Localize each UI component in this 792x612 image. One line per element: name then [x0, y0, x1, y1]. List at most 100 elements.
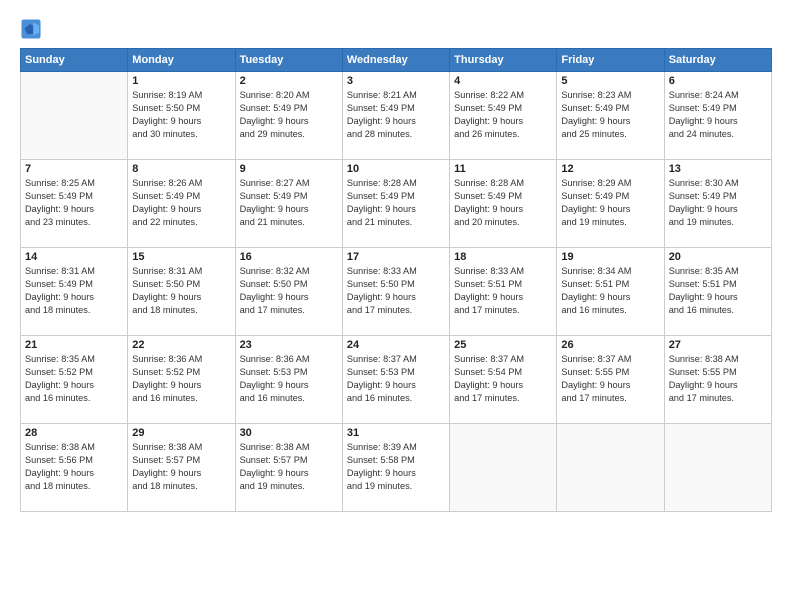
- page: SundayMondayTuesdayWednesdayThursdayFrid…: [0, 0, 792, 612]
- day-detail: Sunrise: 8:38 AM Sunset: 5:57 PM Dayligh…: [240, 441, 338, 493]
- day-detail: Sunrise: 8:29 AM Sunset: 5:49 PM Dayligh…: [561, 177, 659, 229]
- day-detail: Sunrise: 8:26 AM Sunset: 5:49 PM Dayligh…: [132, 177, 230, 229]
- day-cell: [557, 424, 664, 512]
- day-cell: 27 Sunrise: 8:38 AM Sunset: 5:55 PM Dayli…: [664, 336, 771, 424]
- day-cell: 1 Sunrise: 8:19 AM Sunset: 5:50 PM Daylig…: [128, 72, 235, 160]
- day-detail: Sunrise: 8:32 AM Sunset: 5:50 PM Dayligh…: [240, 265, 338, 317]
- day-cell: 13Sunrise: 8:30 AM Sunset: 5:49 PM Dayli…: [664, 160, 771, 248]
- logo: [20, 18, 44, 40]
- day-cell: 25Sunrise: 8:37 AM Sunset: 5:54 PM Dayli…: [450, 336, 557, 424]
- day-cell: 8 Sunrise: 8:26 AM Sunset: 5:49 PM Daylig…: [128, 160, 235, 248]
- day-cell: 2 Sunrise: 8:20 AM Sunset: 5:49 PM Daylig…: [235, 72, 342, 160]
- day-detail: Sunrise: 8:27 AM Sunset: 5:49 PM Dayligh…: [240, 177, 338, 229]
- day-detail: Sunrise: 8:23 AM Sunset: 5:49 PM Dayligh…: [561, 89, 659, 141]
- day-number: 6: [669, 75, 767, 87]
- day-cell: 28 Sunrise: 8:38 AM Sunset: 5:56 PM Dayli…: [21, 424, 128, 512]
- day-detail: Sunrise: 8:38 AM Sunset: 5:57 PM Dayligh…: [132, 441, 230, 493]
- day-number: 28: [25, 427, 123, 439]
- week-row-5: 28 Sunrise: 8:38 AM Sunset: 5:56 PM Dayli…: [21, 424, 772, 512]
- header: [20, 18, 772, 40]
- day-detail: Sunrise: 8:33 AM Sunset: 5:50 PM Dayligh…: [347, 265, 445, 317]
- day-number: 21: [25, 339, 123, 351]
- day-number: 16: [240, 251, 338, 263]
- day-number: 20: [669, 251, 767, 263]
- day-detail: Sunrise: 8:38 AM Sunset: 5:56 PM Dayligh…: [25, 441, 123, 493]
- col-header-sunday: Sunday: [21, 49, 128, 72]
- day-cell: 15 Sunrise: 8:31 AM Sunset: 5:50 PM Dayli…: [128, 248, 235, 336]
- day-number: 3: [347, 75, 445, 87]
- calendar-table: SundayMondayTuesdayWednesdayThursdayFrid…: [20, 48, 772, 512]
- day-cell: 22 Sunrise: 8:36 AM Sunset: 5:52 PM Dayli…: [128, 336, 235, 424]
- day-cell: [21, 72, 128, 160]
- day-detail: Sunrise: 8:24 AM Sunset: 5:49 PM Dayligh…: [669, 89, 767, 141]
- calendar-header-row: SundayMondayTuesdayWednesdayThursdayFrid…: [21, 49, 772, 72]
- week-row-4: 21Sunrise: 8:35 AM Sunset: 5:52 PM Dayli…: [21, 336, 772, 424]
- day-number: 15: [132, 251, 230, 263]
- day-number: 14: [25, 251, 123, 263]
- day-detail: Sunrise: 8:38 AM Sunset: 5:55 PM Dayligh…: [669, 353, 767, 405]
- day-number: 9: [240, 163, 338, 175]
- day-detail: Sunrise: 8:19 AM Sunset: 5:50 PM Dayligh…: [132, 89, 230, 141]
- day-detail: Sunrise: 8:31 AM Sunset: 5:49 PM Dayligh…: [25, 265, 123, 317]
- day-cell: 3 Sunrise: 8:21 AM Sunset: 5:49 PM Daylig…: [342, 72, 449, 160]
- day-number: 19: [561, 251, 659, 263]
- col-header-friday: Friday: [557, 49, 664, 72]
- day-cell: [664, 424, 771, 512]
- day-cell: 23 Sunrise: 8:36 AM Sunset: 5:53 PM Dayli…: [235, 336, 342, 424]
- day-number: 24: [347, 339, 445, 351]
- day-number: 10: [347, 163, 445, 175]
- day-cell: 17Sunrise: 8:33 AM Sunset: 5:50 PM Dayli…: [342, 248, 449, 336]
- day-detail: Sunrise: 8:35 AM Sunset: 5:51 PM Dayligh…: [669, 265, 767, 317]
- day-detail: Sunrise: 8:36 AM Sunset: 5:53 PM Dayligh…: [240, 353, 338, 405]
- day-cell: 16 Sunrise: 8:32 AM Sunset: 5:50 PM Dayli…: [235, 248, 342, 336]
- day-number: 27: [669, 339, 767, 351]
- day-number: 30: [240, 427, 338, 439]
- day-number: 2: [240, 75, 338, 87]
- day-number: 22: [132, 339, 230, 351]
- col-header-saturday: Saturday: [664, 49, 771, 72]
- col-header-monday: Monday: [128, 49, 235, 72]
- day-cell: 11 Sunrise: 8:28 AM Sunset: 5:49 PM Dayli…: [450, 160, 557, 248]
- day-cell: 20 Sunrise: 8:35 AM Sunset: 5:51 PM Dayli…: [664, 248, 771, 336]
- day-number: 12: [561, 163, 659, 175]
- day-number: 7: [25, 163, 123, 175]
- col-header-tuesday: Tuesday: [235, 49, 342, 72]
- col-header-thursday: Thursday: [450, 49, 557, 72]
- day-number: 23: [240, 339, 338, 351]
- day-detail: Sunrise: 8:30 AM Sunset: 5:49 PM Dayligh…: [669, 177, 767, 229]
- day-number: 4: [454, 75, 552, 87]
- day-number: 11: [454, 163, 552, 175]
- day-detail: Sunrise: 8:31 AM Sunset: 5:50 PM Dayligh…: [132, 265, 230, 317]
- day-cell: 26Sunrise: 8:37 AM Sunset: 5:55 PM Dayli…: [557, 336, 664, 424]
- day-number: 26: [561, 339, 659, 351]
- logo-icon: [20, 18, 42, 40]
- day-number: 5: [561, 75, 659, 87]
- day-cell: 9 Sunrise: 8:27 AM Sunset: 5:49 PM Daylig…: [235, 160, 342, 248]
- day-detail: Sunrise: 8:28 AM Sunset: 5:49 PM Dayligh…: [454, 177, 552, 229]
- day-detail: Sunrise: 8:21 AM Sunset: 5:49 PM Dayligh…: [347, 89, 445, 141]
- day-cell: 30 Sunrise: 8:38 AM Sunset: 5:57 PM Dayli…: [235, 424, 342, 512]
- day-detail: Sunrise: 8:34 AM Sunset: 5:51 PM Dayligh…: [561, 265, 659, 317]
- day-cell: 10Sunrise: 8:28 AM Sunset: 5:49 PM Dayli…: [342, 160, 449, 248]
- col-header-wednesday: Wednesday: [342, 49, 449, 72]
- day-number: 8: [132, 163, 230, 175]
- day-number: 1: [132, 75, 230, 87]
- day-cell: 5 Sunrise: 8:23 AM Sunset: 5:49 PM Daylig…: [557, 72, 664, 160]
- week-row-3: 14 Sunrise: 8:31 AM Sunset: 5:49 PM Dayli…: [21, 248, 772, 336]
- day-detail: Sunrise: 8:25 AM Sunset: 5:49 PM Dayligh…: [25, 177, 123, 229]
- day-detail: Sunrise: 8:36 AM Sunset: 5:52 PM Dayligh…: [132, 353, 230, 405]
- week-row-2: 7 Sunrise: 8:25 AM Sunset: 5:49 PM Daylig…: [21, 160, 772, 248]
- day-detail: Sunrise: 8:39 AM Sunset: 5:58 PM Dayligh…: [347, 441, 445, 493]
- day-cell: [450, 424, 557, 512]
- week-row-1: 1 Sunrise: 8:19 AM Sunset: 5:50 PM Daylig…: [21, 72, 772, 160]
- day-detail: Sunrise: 8:22 AM Sunset: 5:49 PM Dayligh…: [454, 89, 552, 141]
- day-cell: 21Sunrise: 8:35 AM Sunset: 5:52 PM Dayli…: [21, 336, 128, 424]
- day-number: 18: [454, 251, 552, 263]
- day-number: 31: [347, 427, 445, 439]
- day-detail: Sunrise: 8:20 AM Sunset: 5:49 PM Dayligh…: [240, 89, 338, 141]
- day-cell: 24 Sunrise: 8:37 AM Sunset: 5:53 PM Dayli…: [342, 336, 449, 424]
- day-detail: Sunrise: 8:37 AM Sunset: 5:53 PM Dayligh…: [347, 353, 445, 405]
- day-detail: Sunrise: 8:33 AM Sunset: 5:51 PM Dayligh…: [454, 265, 552, 317]
- day-number: 25: [454, 339, 552, 351]
- day-cell: 7 Sunrise: 8:25 AM Sunset: 5:49 PM Daylig…: [21, 160, 128, 248]
